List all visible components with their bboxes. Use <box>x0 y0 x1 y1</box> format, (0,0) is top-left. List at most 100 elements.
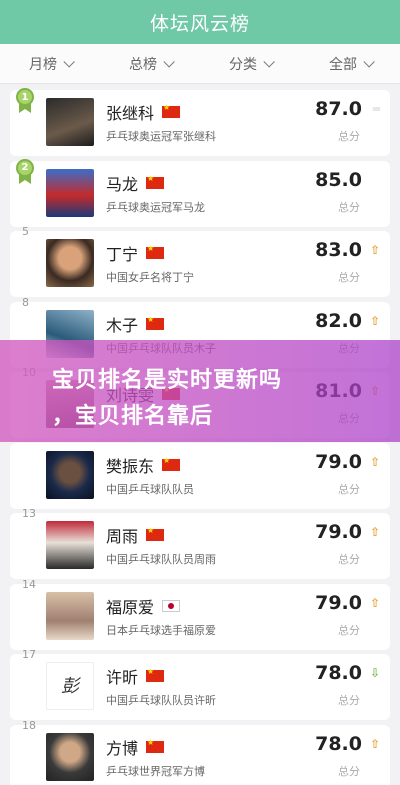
player-description: 乒乓球奥运冠军马龙 <box>106 200 205 214</box>
player-name: 周雨 <box>106 527 139 546</box>
flag-icon <box>146 526 165 541</box>
score-unit: 总分 <box>338 694 360 707</box>
avatar[interactable] <box>46 662 94 710</box>
score-unit: 总分 <box>338 764 360 778</box>
player-name: 马龙 <box>106 174 139 194</box>
ranking-row[interactable]: 1 张继科 乒乓球奥运冠军张继科 87.0 总分 ═ <box>10 88 390 156</box>
medal-icon: 1 <box>14 88 36 114</box>
player-name-line: 丁宁 <box>106 241 165 265</box>
trend-up-icon: ⇧ <box>369 525 380 539</box>
score-value: 82.0 <box>315 309 362 332</box>
player-description: 乒乓球世界冠军方博 <box>106 764 205 778</box>
player-description: 中国乒乓球队队员许昕 <box>106 694 216 707</box>
rank-number: 14 <box>22 577 36 591</box>
avatar[interactable] <box>46 450 94 499</box>
avatar[interactable] <box>46 591 94 640</box>
app-header: 体坛风云榜 <box>0 0 400 44</box>
rank-number: 13 <box>22 507 36 520</box>
overlay-subtitle: ，宝贝排名靠后 <box>52 404 214 429</box>
overlay-title: 宝贝排名是实时更新吗 <box>52 368 283 393</box>
trend-up-icon: ⇧ <box>369 313 380 328</box>
score-unit: 总分 <box>338 271 360 284</box>
score-unit: 总分 <box>338 130 360 143</box>
player-description: 日本乒乓球选手福原爱 <box>106 623 216 637</box>
flag-icon <box>162 103 181 118</box>
player-name-line: 福原爱 <box>106 594 181 618</box>
player-name: 张继科 <box>106 104 155 123</box>
filter-overall[interactable]: 总榜 <box>100 44 200 83</box>
score-value: 83.0 <box>315 239 362 261</box>
ranking-row[interactable]: 5 丁宁 中国女乒名将丁宁 83.0 总分 ⇧ <box>10 225 390 297</box>
player-name: 许昕 <box>106 668 139 687</box>
chevron-down-icon <box>163 55 175 68</box>
score-value: 79.0 <box>315 521 362 543</box>
score-value: 78.0 <box>315 732 362 755</box>
score-value: 85.0 <box>315 168 362 191</box>
trend-down-icon: ⇩ <box>369 666 380 680</box>
ranking-row[interactable]: 17 许昕 中国乒乓球队队员许昕 78.0 总分 ⇩ <box>10 648 390 720</box>
rank-number: 5 <box>22 225 29 238</box>
medal-icon: 2 <box>14 158 36 185</box>
flag-icon <box>146 315 165 330</box>
rank-number: 18 <box>22 718 36 732</box>
score-value: 87.0 <box>315 98 362 120</box>
flag-icon <box>146 738 165 753</box>
ranking-row[interactable]: 2 马龙 乒乓球奥运冠军马龙 85.0 总分 <box>10 158 390 227</box>
player-name-line: 木子 <box>106 312 165 336</box>
avatar[interactable] <box>46 732 94 781</box>
flag-icon <box>146 174 165 189</box>
score-unit: 总分 <box>338 623 360 637</box>
score-unit: 总分 <box>338 200 360 214</box>
filter-monthly[interactable]: 月榜 <box>0 44 100 83</box>
player-name-line: 周雨 <box>106 523 165 547</box>
avatar[interactable] <box>46 98 94 146</box>
trend-up-icon: ⇧ <box>369 595 380 610</box>
player-name: 木子 <box>106 315 139 335</box>
avatar[interactable] <box>46 521 94 569</box>
filter-label: 全部 <box>329 56 357 73</box>
score-unit: 总分 <box>338 482 360 496</box>
player-name-line: 方博 <box>106 735 165 759</box>
ranking-row[interactable]: 14 福原爱 日本乒乓球选手福原爱 79.0 总分 ⇧ <box>10 578 390 650</box>
score-unit: 总分 <box>338 553 360 566</box>
filter-label: 总榜 <box>129 56 157 73</box>
trend-up-icon: ⇧ <box>369 454 380 469</box>
ranking-row[interactable]: 18 方博 乒乓球世界冠军方博 78.0 总分 ⇧ <box>10 719 390 785</box>
rank-number: 8 <box>22 295 29 309</box>
score-value: 79.0 <box>315 591 362 614</box>
ranking-row[interactable]: 樊振东 中国乒乓球队队员 79.0 总分 ⇧ <box>10 442 390 509</box>
rank-number: 17 <box>22 648 36 661</box>
filter-label: 月榜 <box>29 56 57 73</box>
player-description: 中国女乒名将丁宁 <box>106 271 194 284</box>
filter-label: 分类 <box>229 56 257 73</box>
player-name: 丁宁 <box>106 245 139 264</box>
score-value: 79.0 <box>315 450 362 473</box>
player-name: 福原爱 <box>106 597 155 617</box>
chevron-down-icon <box>63 55 75 68</box>
player-name-line: 樊振东 <box>106 453 181 477</box>
chevron-down-icon <box>363 55 375 68</box>
player-description: 乒乓球奥运冠军张继科 <box>106 130 216 143</box>
page-title: 体坛风云榜 <box>149 12 250 35</box>
filter-category[interactable]: 分类 <box>200 44 300 83</box>
trend-up-icon: ⇧ <box>369 243 380 257</box>
flag-icon <box>162 599 181 612</box>
flag-icon <box>162 456 181 471</box>
trend-up-icon: ⇧ <box>369 736 380 751</box>
filter-bar: 月榜 总榜 分类 全部 <box>0 44 400 84</box>
ranking-row[interactable]: 13 周雨 中国乒乓球队队员周雨 79.0 总分 ⇧ <box>10 507 390 579</box>
player-name: 方博 <box>106 738 139 758</box>
player-name-line: 许昕 <box>106 664 165 688</box>
trend-flat-icon: ═ <box>372 102 380 116</box>
player-description: 中国乒乓球队队员周雨 <box>106 553 216 566</box>
flag-icon <box>146 667 165 682</box>
player-name-line: 马龙 <box>106 171 165 195</box>
player-name: 樊振东 <box>106 456 155 476</box>
avatar[interactable] <box>46 239 94 287</box>
player-name-line: 张继科 <box>106 100 181 124</box>
promo-overlay: 宝贝排名是实时更新吗 ，宝贝排名靠后 <box>0 340 400 442</box>
avatar[interactable] <box>46 168 94 217</box>
filter-all[interactable]: 全部 <box>300 44 400 83</box>
score-value: 78.0 <box>315 662 362 684</box>
player-description: 中国乒乓球队队员 <box>106 482 194 496</box>
